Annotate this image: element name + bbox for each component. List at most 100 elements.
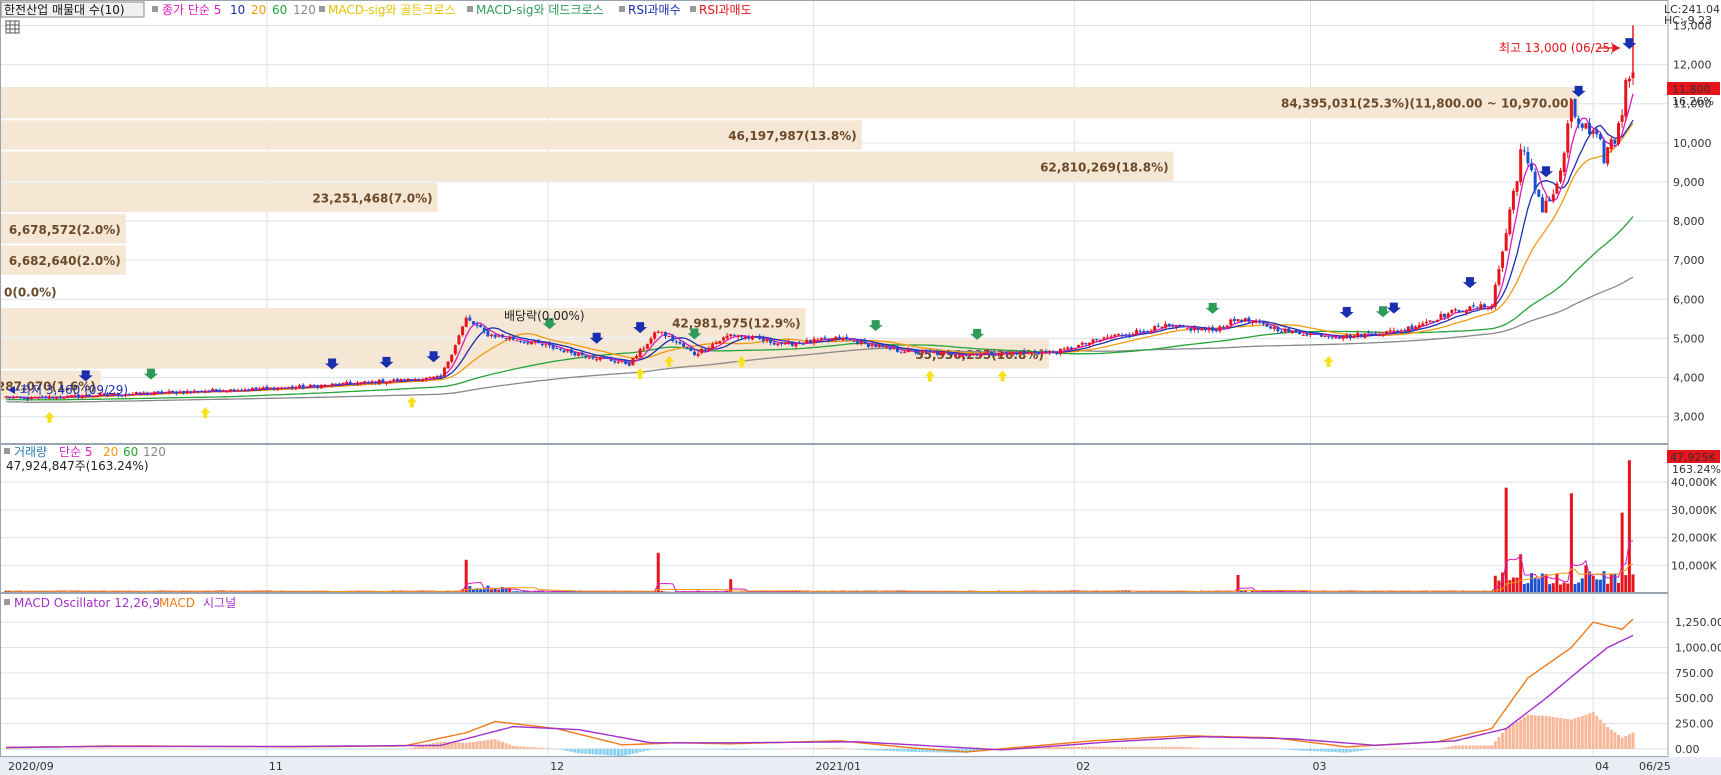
- volume-legend-ma20[interactable]: 20: [103, 445, 118, 459]
- candle-body: [1392, 330, 1396, 332]
- macd-oscillator-bar: [1544, 715, 1548, 749]
- volume-legend-ma[interactable]: 단순 5: [59, 445, 93, 459]
- legend-rsi-sell[interactable]: RSI과매도: [699, 3, 752, 17]
- macd-legend-signal[interactable]: 시그널: [203, 596, 236, 610]
- legend-ma10[interactable]: 10: [230, 3, 245, 17]
- macd-oscillator-bar: [620, 748, 624, 757]
- legend-title[interactable]: 한전산업 매물대 수(10): [4, 3, 125, 17]
- current-volume-pct: 163.24%: [1672, 463, 1721, 476]
- legend-ma-label[interactable]: 종가 단순 5: [162, 3, 221, 17]
- macd-oscillator-bar: [856, 748, 860, 750]
- macd-oscillator-bar: [508, 744, 512, 749]
- macd-oscillator-bar: [769, 748, 773, 750]
- date-tick-label: 02: [1076, 760, 1090, 773]
- candle-body: [192, 390, 196, 392]
- candle-body: [167, 391, 171, 393]
- candle-body: [801, 343, 805, 345]
- macd-oscillator-bar: [40, 748, 44, 750]
- macd-tick-label: 250.00: [1675, 718, 1714, 731]
- macd-oscillator-bar: [1450, 746, 1454, 749]
- candle-body: [1207, 328, 1211, 331]
- macd-oscillator-bar: [551, 748, 555, 750]
- macd-oscillator-bar: [660, 748, 664, 750]
- macd-oscillator-bar: [410, 747, 414, 749]
- chart-canvas: 84,395,031(25.3%)(11,800.00 ~ 10,970.00)…: [0, 0, 1721, 775]
- macd-oscillator-bar: [533, 747, 537, 749]
- candle-body: [674, 341, 678, 343]
- candle-body: [537, 341, 541, 344]
- macd-oscillator-bar: [758, 748, 762, 750]
- macd-legend-macd[interactable]: MACD: [159, 596, 195, 610]
- macd-oscillator-bar: [493, 739, 497, 749]
- candle-body: [1472, 305, 1476, 307]
- candle-body: [721, 337, 725, 341]
- macd-oscillator-bar: [1167, 746, 1171, 749]
- candle-body: [370, 381, 374, 383]
- macd-oscillator-bar: [1341, 748, 1345, 753]
- candle-body: [221, 391, 225, 393]
- volume-bar: [1595, 579, 1599, 593]
- macd-oscillator-bar: [203, 748, 207, 750]
- macd-oscillator-bar: [895, 748, 899, 752]
- candle-body: [453, 345, 457, 354]
- macd-oscillator-bar: [703, 748, 707, 750]
- macd-oscillator-bar: [1211, 748, 1215, 749]
- candle-body: [1272, 326, 1276, 330]
- candle-body: [1109, 336, 1113, 338]
- candle-body: [957, 355, 961, 357]
- volume-bar: [1631, 574, 1635, 593]
- volume-legend-label[interactable]: 거래량: [14, 445, 47, 459]
- candle-body: [62, 397, 66, 399]
- macd-oscillator-bar: [475, 741, 479, 749]
- macd-oscillator-bar: [1153, 746, 1157, 749]
- volume-bar: [1555, 573, 1559, 593]
- candle-body: [403, 379, 407, 381]
- macd-legend-osc[interactable]: MACD Oscillator 12,26,9: [14, 596, 160, 610]
- macd-oscillator-bar: [312, 748, 316, 750]
- macd-oscillator-bar: [1345, 748, 1349, 753]
- candle-body: [493, 334, 497, 338]
- legend-macd-golden[interactable]: MACD-sig와 골든크로스: [328, 3, 456, 17]
- grid-toggle-icon[interactable]: [5, 20, 20, 34]
- macd-oscillator-bar: [906, 748, 910, 752]
- macd-oscillator-bar: [1265, 748, 1269, 749]
- candle-body: [1479, 304, 1483, 310]
- candle-body: [787, 341, 791, 343]
- candle-body: [1356, 333, 1360, 336]
- macd-oscillator-bar: [1106, 746, 1110, 749]
- macd-oscillator-bar: [47, 748, 51, 750]
- volume-legend-ma60[interactable]: 60: [123, 445, 138, 459]
- candle-body: [602, 356, 606, 359]
- macd-oscillator-bar: [732, 748, 736, 750]
- macd-oscillator-bar: [914, 748, 918, 752]
- macd-oscillator-bar: [91, 748, 95, 750]
- macd-oscillator-bar: [327, 748, 331, 750]
- legend-ma20[interactable]: 20: [251, 3, 266, 17]
- volume-bar: [1551, 583, 1555, 593]
- macd-oscillator-bar: [877, 748, 881, 751]
- candle-body: [772, 342, 776, 345]
- macd-oscillator-bar: [721, 748, 725, 750]
- candle-body: [1374, 333, 1378, 336]
- candle-body: [1135, 330, 1139, 335]
- candle-body: [348, 381, 352, 384]
- macd-oscillator-bar: [178, 748, 182, 750]
- legend-rsi-buy[interactable]: RSI과매수: [628, 3, 681, 17]
- macd-oscillator-bar: [823, 748, 827, 749]
- legend-ma60[interactable]: 60: [272, 3, 287, 17]
- macd-oscillator-bar: [1066, 746, 1070, 749]
- candle-body: [185, 391, 189, 393]
- candle-body: [1620, 115, 1624, 122]
- candle-body: [189, 391, 193, 393]
- legend-macd-dead[interactable]: MACD-sig와 데드크로스: [476, 3, 604, 17]
- macd-oscillator-bar: [1080, 746, 1084, 749]
- volume-tick-label: 40,000K: [1671, 476, 1717, 489]
- candle-body: [1232, 318, 1236, 322]
- candle-body: [410, 379, 414, 381]
- macd-oscillator-bar: [58, 748, 62, 750]
- macd-oscillator-bar: [171, 748, 175, 750]
- macd-oscillator-bar: [888, 748, 892, 752]
- macd-oscillator-bar: [8, 748, 12, 750]
- volume-legend-ma120[interactable]: 120: [143, 445, 166, 459]
- legend-ma120[interactable]: 120: [293, 3, 316, 17]
